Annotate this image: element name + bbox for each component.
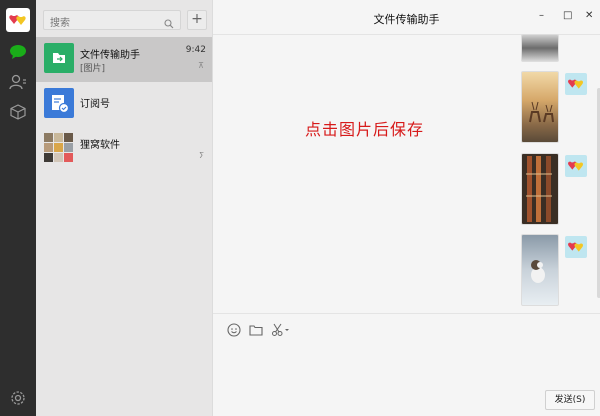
message-image-dog[interactable] (521, 234, 559, 306)
message-image-bamboo[interactable] (521, 153, 559, 225)
message-image-building[interactable] (521, 34, 559, 62)
message-image-deer[interactable] (521, 71, 559, 143)
conversation-time: 9:42 (185, 45, 206, 55)
conversation-name: 狸窝软件 (80, 140, 120, 151)
conversation-preview: [图片] (80, 64, 106, 74)
settings-gear-icon[interactable] (8, 388, 28, 408)
maximize-icon[interactable]: □ (563, 10, 572, 21)
save-instruction-annotation: 点击图片后保存 (305, 120, 425, 139)
close-icon[interactable]: ✕ (585, 10, 593, 21)
chat-icon[interactable] (8, 42, 28, 62)
contacts-icon[interactable] (8, 72, 28, 92)
conversation-name: 订阅号 (80, 99, 110, 110)
sender-avatar[interactable] (565, 73, 587, 95)
scissors-screenshot-icon[interactable] (271, 322, 291, 336)
group-avatar (44, 133, 74, 163)
minimize-icon[interactable]: – (539, 10, 544, 21)
send-button[interactable]: 发送(S) (545, 390, 595, 410)
mute-icon: ⵢ (198, 151, 204, 160)
favorites-cube-icon[interactable] (8, 102, 28, 122)
user-avatar[interactable] (6, 8, 30, 32)
conversation-item-file-transfer[interactable]: 文件传输助手 [图片] 9:42 ⊼ (36, 37, 212, 82)
folder-icon (44, 43, 74, 73)
sender-avatar[interactable] (565, 155, 587, 177)
folder-send-icon[interactable] (249, 322, 263, 336)
subscription-icon (44, 88, 74, 118)
left-nav (0, 0, 36, 416)
emoji-icon[interactable] (227, 322, 241, 337)
wechat-window: + 文件传输助手 [图片] 9:42 ⊼ 订阅号 (0, 0, 600, 416)
pin-icon: ⊼ (198, 61, 204, 70)
sender-avatar[interactable] (565, 236, 587, 258)
conversation-item-liwo-software[interactable]: 狸窝软件 ⵢ (36, 127, 212, 172)
search-box[interactable] (43, 10, 181, 33)
chat-panel: 文件传输助手 – □ ✕ 点击图片后保存 发送(S) (213, 0, 600, 416)
conversation-name: 文件传输助手 (80, 50, 140, 61)
conversation-list: + 文件传输助手 [图片] 9:42 ⊼ 订阅号 (36, 0, 213, 416)
search-input[interactable] (44, 14, 160, 33)
search-icon (164, 14, 174, 33)
add-chat-button[interactable]: + (187, 10, 207, 30)
conversation-item-subscriptions[interactable]: 订阅号 (36, 82, 212, 127)
input-divider (213, 313, 600, 314)
